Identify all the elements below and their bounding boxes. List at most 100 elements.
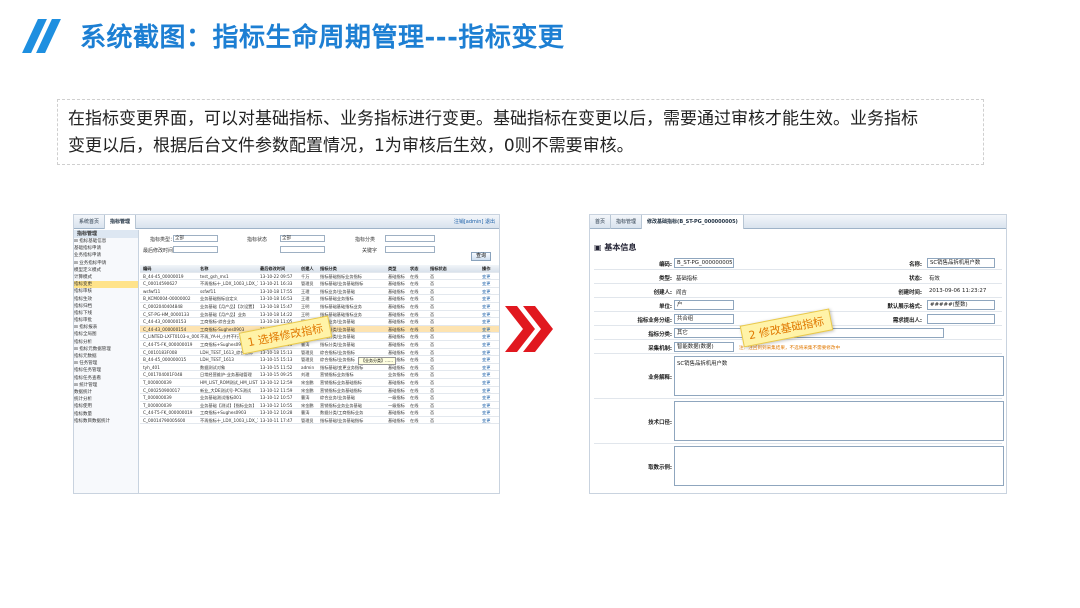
table-row[interactable]: B_KCM0004-00000002 业务基础指标自定义 13-10-18 16:5… (140, 295, 499, 303)
nav-tree-item[interactable]: 指标数量 (74, 411, 138, 418)
logout-link[interactable]: 注销[admin] 退出 (454, 218, 499, 225)
table-row[interactable]: T_000000039 业务基础测试指标001 13-10-12 10:57 曹涛 综合… (140, 394, 499, 402)
nav-tree-item[interactable]: 指标任务管理 (74, 367, 138, 374)
table-row[interactable]: B_44-45_000000015 LDH_TEST_1613 13-10-15 1… (140, 356, 499, 364)
code-field[interactable]: B_ST-PG_000000005 (674, 258, 734, 268)
change-link[interactable]: 变更 (482, 371, 498, 379)
nav-tree-item[interactable]: 指标生效 (74, 296, 138, 303)
status-filter-select[interactable]: 全部 (280, 235, 325, 242)
change-link[interactable]: 变更 (482, 394, 498, 402)
table-cell: 在线 (410, 311, 419, 317)
change-link[interactable]: 变更 (482, 341, 498, 349)
nav-tree-item[interactable]: ⊟ 统计管理 (74, 382, 138, 389)
column-header[interactable]: 指标状态 (430, 265, 450, 273)
nav-tree-item[interactable]: 统计分析 (74, 396, 138, 403)
nav-tree-item[interactable]: 指标变更 (74, 281, 138, 289)
change-link[interactable]: 变更 (482, 318, 498, 326)
table-row[interactable]: C_00014590627 不再指标十_LDX_1003_LDX_11 13-10-… (140, 280, 499, 288)
nav-tree-item[interactable]: ⊟ 指标元数据管理 (74, 346, 138, 353)
change-link[interactable]: 变更 (482, 273, 498, 281)
technical-definition-textarea[interactable] (674, 401, 1004, 441)
table-cell: LDH_TEST_1613 (200, 357, 234, 363)
tab-indicator-management[interactable]: 指标管理 (105, 215, 137, 229)
table-row[interactable]: C_00014790005600 不再指标十_LDX_1003_LDX_11 13-… (140, 417, 499, 425)
table-row[interactable]: C_001704001F048 日常经营维护-业务基础管理 13-10-15 09:… (140, 371, 499, 379)
column-header[interactable]: 操作 (482, 265, 498, 273)
keyword-input[interactable] (385, 246, 435, 253)
nav-tree-item[interactable]: 模型定义模式 (74, 267, 138, 274)
tab-home[interactable]: 首页 (590, 215, 612, 229)
table-row[interactable]: wsfwf11 ssfwf11 13-10-18 17:55 王理 指标业务/业务基础 基… (140, 288, 499, 296)
query-button[interactable]: 查询 (471, 252, 491, 261)
nav-tree-item[interactable]: 计算模式 (74, 274, 138, 281)
time-from-input[interactable] (173, 246, 218, 253)
table-cell: 在线 (410, 387, 419, 393)
table-row[interactable]: tyh_401 数据测试对象 13-10-15 11:52 admin 指标基础/变更业… (140, 364, 499, 372)
nav-tree-item[interactable]: ⊟ 业务指标申请 (74, 260, 138, 267)
column-header[interactable]: 类型 (388, 265, 408, 273)
nav-tree-item[interactable]: 基础指标申请 (74, 245, 138, 252)
change-link[interactable]: 变更 (482, 295, 498, 303)
name-field[interactable]: SC销售品拆机用户数 (927, 258, 995, 268)
change-link[interactable]: 变更 (482, 364, 498, 372)
nav-tree-item[interactable]: ⊟ 任务管理 (74, 360, 138, 367)
table-cell: 否 (430, 273, 435, 279)
nav-tree-item[interactable]: 指标分析 (74, 339, 138, 346)
category-filter-input[interactable] (385, 235, 435, 242)
nav-tree-item[interactable]: 指标审核 (74, 288, 138, 295)
nav-tree-item[interactable]: ⊟ 指标报表 (74, 324, 138, 331)
nav-tree-item[interactable]: 指标数目数据统计 (74, 418, 138, 425)
nav-tree-item[interactable]: 指标元数据 (74, 353, 138, 360)
table-row[interactable]: T_000000039 HM_LIST_ROM测试_HM_LIST 13-10-12… (140, 379, 499, 387)
column-header[interactable]: 名称 (200, 265, 258, 273)
nav-tree-item[interactable]: 数据统计 (74, 389, 138, 396)
column-header[interactable]: 状态 (410, 265, 428, 273)
table-row[interactable]: C_44-T5-FK_000000019工商指标+Sughes090313-10… (140, 341, 499, 349)
collection-field[interactable]: 智能数据(数据) (674, 342, 734, 352)
change-link[interactable]: 变更 (482, 356, 498, 364)
change-link[interactable]: 变更 (482, 311, 498, 319)
change-link[interactable]: 变更 (482, 402, 498, 410)
change-link[interactable]: 变更 (482, 417, 498, 425)
unit-field[interactable]: 户 (674, 300, 734, 310)
change-link[interactable]: 变更 (482, 409, 498, 417)
table-row[interactable]: C_000250900017 新业_大DE测试号-PCS测试 13-10-12 11… (140, 387, 499, 395)
table-row[interactable]: B_44-45_00000019 test_gsh_ms1 13-10-22 09:… (140, 273, 499, 281)
change-link[interactable]: 变更 (482, 326, 498, 334)
column-header[interactable]: 最后修改时间 (260, 265, 300, 273)
nav-tree-item[interactable]: 指标审批 (74, 317, 138, 324)
nav-tree-item[interactable]: 指标归档 (74, 303, 138, 310)
nav-tree-item[interactable]: 指标下线 (74, 310, 138, 317)
change-link[interactable]: 变更 (482, 288, 498, 296)
change-link[interactable]: 变更 (482, 387, 498, 395)
requester-field[interactable] (927, 314, 995, 324)
nav-tree-item[interactable]: 业务指标申请 (74, 252, 138, 259)
time-to-input[interactable] (280, 246, 325, 253)
display-format-select[interactable]: #####(整数) (927, 300, 995, 310)
nav-tree-item[interactable]: 指标任务查看 (74, 375, 138, 382)
change-link[interactable]: 变更 (482, 303, 498, 311)
column-header[interactable]: 指标分类 (320, 265, 386, 273)
tab-edit-basic-indicator[interactable]: 修改基础指标(B_ST-PG_000000005) (642, 215, 744, 229)
change-link[interactable]: 变更 (482, 379, 498, 387)
table-cell: 否 (430, 402, 435, 408)
nav-tree-item[interactable]: 指标全局图 (74, 331, 138, 338)
business-definition-textarea[interactable]: SC销售品拆机用户数 (674, 356, 1004, 396)
column-header[interactable]: 创建人 (301, 265, 319, 273)
table-row[interactable]: C_44-T5-FK_000000019工商指标+Sughes090313-10… (140, 409, 499, 417)
table-row[interactable]: C_0010183F008 LDH_TEST_1613_综合指标 13-10-18 … (140, 349, 499, 357)
tab-home[interactable]: 系统首页 (74, 215, 106, 229)
type-filter-select[interactable]: 全部 (173, 235, 218, 242)
change-link[interactable]: 变更 (482, 280, 498, 288)
table-cell: C_0002040404848 (143, 303, 183, 309)
column-header[interactable]: 编码 (143, 265, 199, 273)
change-link[interactable]: 变更 (482, 333, 498, 341)
group-field[interactable]: 共合组 (674, 314, 734, 324)
sample-textarea[interactable] (674, 446, 1004, 486)
nav-tree-item[interactable]: 指标使用 (74, 403, 138, 410)
nav-tree-item[interactable]: ⊟ 指标基础信息 (74, 238, 138, 245)
change-link[interactable]: 变更 (482, 349, 498, 357)
table-row[interactable]: T_000000039 业务基础【测试】【指标业务】 13-10-12 10:55 宋… (140, 402, 499, 410)
tab-indicator-management[interactable]: 指标管理 (611, 215, 643, 229)
table-row[interactable]: C_0002040404848 业务基础【月产品】【次设置】 13-10-18 15… (140, 303, 499, 311)
